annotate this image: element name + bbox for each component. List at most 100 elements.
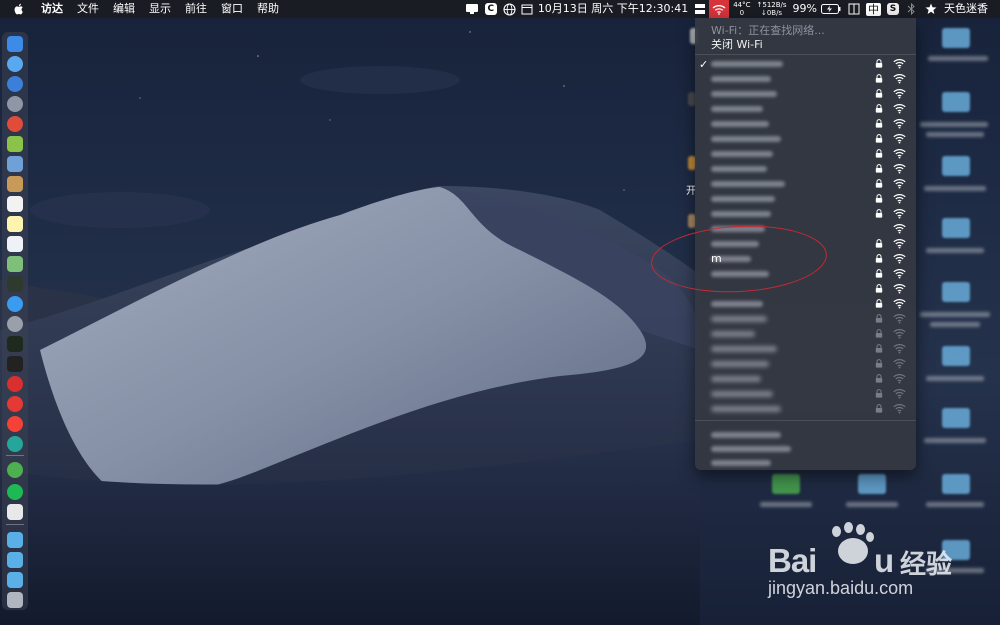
network-row[interactable]: [695, 386, 916, 401]
calendar-icon[interactable]: [521, 3, 533, 15]
network-row[interactable]: [695, 311, 916, 326]
battery-charging-icon[interactable]: [821, 4, 841, 14]
turn-off-wifi-item[interactable]: 关闭 Wi-Fi: [711, 36, 763, 52]
network-row[interactable]: [695, 371, 916, 386]
network-row[interactable]: [695, 326, 916, 341]
lock-icon: [875, 149, 883, 158]
maps-icon[interactable]: [7, 256, 23, 272]
app-store-icon[interactable]: [7, 296, 23, 312]
wifi-signal-icon: [893, 404, 906, 414]
network-row[interactable]: [695, 401, 916, 416]
menu-item-blurred[interactable]: [711, 460, 771, 466]
preview-icon[interactable]: [7, 156, 23, 172]
desktop-folder-icon[interactable]: [942, 92, 970, 112]
network-row[interactable]: [695, 176, 916, 191]
user-name[interactable]: 天色迷香: [941, 0, 1000, 18]
document-icon[interactable]: [7, 504, 23, 520]
menu-view[interactable]: 显示: [142, 0, 178, 18]
calendar-app-icon[interactable]: [7, 196, 23, 212]
lock-icon: [875, 269, 883, 278]
globe-icon[interactable]: [503, 2, 516, 16]
menu-item-blurred[interactable]: [711, 446, 791, 452]
network-row[interactable]: [695, 146, 916, 161]
wifi-signal-icon: [893, 344, 906, 354]
cpu-temp[interactable]: 44°C 0: [733, 1, 750, 17]
network-row[interactable]: [695, 116, 916, 131]
system-preferences-icon[interactable]: [7, 316, 23, 332]
net-down: ↓0B/s: [760, 9, 783, 17]
shortcut-app-icon[interactable]: [7, 116, 23, 132]
notes-icon[interactable]: [7, 216, 23, 232]
lock-icon: [875, 329, 883, 338]
network-row[interactable]: [695, 101, 916, 116]
menu-edit[interactable]: 编辑: [106, 0, 142, 18]
launchpad-icon[interactable]: [7, 96, 23, 112]
menu-window[interactable]: 窗口: [214, 0, 250, 18]
menu-app-name[interactable]: 访达: [34, 0, 70, 18]
safari-alt-icon[interactable]: [7, 76, 23, 92]
documents-folder-icon[interactable]: [7, 572, 23, 588]
network-name-blurred: [711, 76, 771, 82]
contacts-icon[interactable]: [7, 176, 23, 192]
desktop-folder-icon[interactable]: [942, 408, 970, 428]
apple-logo-icon[interactable]: [12, 2, 26, 16]
desktop-app-icon[interactable]: [772, 474, 800, 494]
network-row[interactable]: [695, 191, 916, 206]
star-icon[interactable]: [925, 3, 937, 15]
desktop-label: [930, 322, 980, 327]
network-row[interactable]: [695, 86, 916, 101]
menu-item-blurred[interactable]: [711, 432, 781, 438]
network-speed[interactable]: ↑512B/s ↓0B/s: [757, 1, 787, 17]
finder-icon[interactable]: [7, 36, 23, 52]
desktop-folder-icon[interactable]: [858, 474, 886, 494]
window-manager-icon[interactable]: [848, 3, 860, 15]
network-row[interactable]: [695, 296, 916, 311]
network-row[interactable]: [695, 131, 916, 146]
reminders-icon[interactable]: [7, 236, 23, 252]
menu-go[interactable]: 前往: [178, 0, 214, 18]
safari-icon[interactable]: [7, 56, 23, 72]
menu-file[interactable]: 文件: [70, 0, 106, 18]
network-row[interactable]: [695, 206, 916, 221]
wifi-signal-icon: [893, 389, 906, 399]
wechat-icon[interactable]: [7, 462, 23, 478]
spotify-icon[interactable]: [7, 484, 23, 500]
desktop-folder-icon[interactable]: [942, 156, 970, 176]
input-method[interactable]: 中: [866, 2, 881, 16]
netease-music-icon[interactable]: [7, 396, 23, 412]
menu-help[interactable]: 帮助: [250, 0, 286, 18]
android-icon[interactable]: [7, 136, 23, 152]
downloads-folder-icon[interactable]: [7, 552, 23, 568]
desktop-label: [926, 502, 984, 507]
desktop-folder-icon[interactable]: [942, 282, 970, 302]
c-app-icon[interactable]: C: [484, 3, 497, 15]
s-app-icon[interactable]: S: [887, 3, 899, 15]
network-row[interactable]: [695, 161, 916, 176]
notification-icon[interactable]: [465, 3, 479, 15]
network-row[interactable]: [695, 56, 916, 71]
desktop-folder-icon[interactable]: [942, 218, 970, 238]
bluetooth-icon[interactable]: [907, 3, 916, 15]
status-area: C 10月13日 周六 下午12:30:41 44°C 0 ↑512B/s ↓0…: [462, 0, 1000, 18]
console-icon[interactable]: [7, 336, 23, 352]
desktop-folder-icon[interactable]: [942, 474, 970, 494]
terminal-icon[interactable]: [7, 356, 23, 372]
wifi-signal-icon: [893, 329, 906, 339]
desktop-label: [760, 502, 812, 507]
desktop-folder-icon[interactable]: [942, 28, 970, 48]
network-row[interactable]: [695, 341, 916, 356]
date-time[interactable]: 10月13日 周六 下午12:30:41: [535, 0, 691, 18]
folder-icon[interactable]: [7, 532, 23, 548]
yandex-icon[interactable]: [7, 416, 23, 432]
trash-icon[interactable]: [7, 592, 23, 608]
network-row[interactable]: [695, 71, 916, 86]
hammerspoon-icon[interactable]: [694, 3, 706, 15]
desktop-folder-icon[interactable]: [942, 346, 970, 366]
wifi-signal-icon: [893, 209, 906, 219]
network-row[interactable]: [695, 356, 916, 371]
activity-monitor-icon[interactable]: [7, 276, 23, 292]
temp-sub: 0: [739, 9, 745, 17]
wifi-menu-icon[interactable]: [709, 0, 730, 18]
vivaldi-icon[interactable]: [7, 376, 23, 392]
green-app-icon[interactable]: [7, 436, 23, 452]
